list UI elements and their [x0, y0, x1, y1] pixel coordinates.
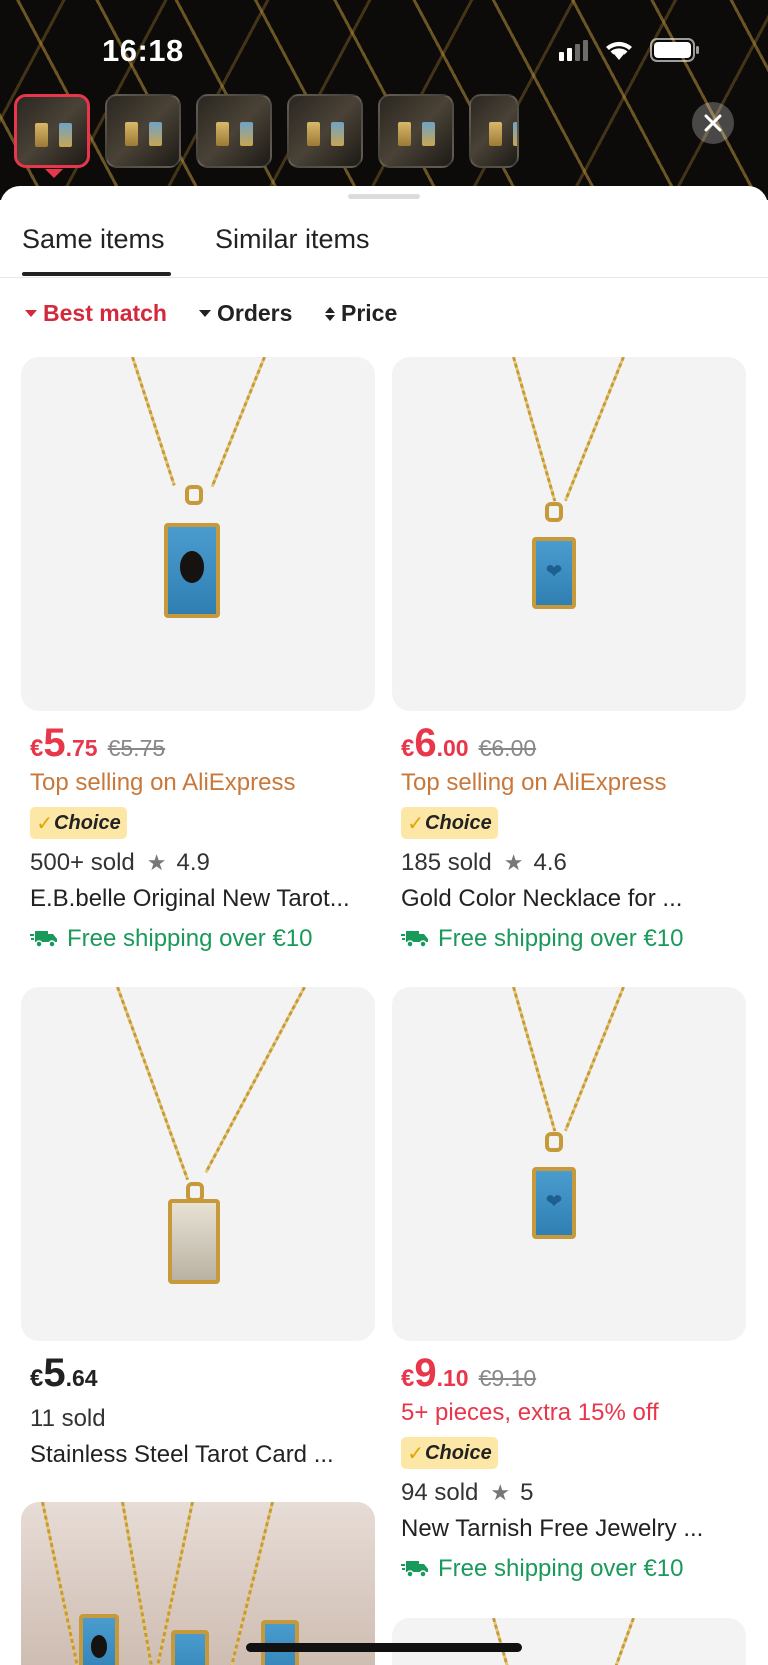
product-card[interactable] — [392, 1618, 746, 1665]
product-title: E.B.belle Original New Tarot... — [30, 885, 350, 912]
sort-best-match-label: Best match — [43, 300, 167, 326]
original-price: €6.00 — [478, 735, 537, 761]
thumbnail-1[interactable] — [14, 94, 90, 168]
thumbnail-5[interactable] — [378, 94, 454, 168]
close-icon — [704, 114, 722, 132]
price-row: €6.00 €6.00 — [392, 721, 746, 765]
price: €5.64 — [30, 1351, 98, 1395]
rating: 4.9 — [176, 849, 210, 876]
shipping-info: Free shipping over €10 — [392, 1555, 746, 1583]
sort-updown-icon — [325, 306, 335, 321]
sort-price[interactable]: Price — [325, 300, 397, 327]
sold-count: 11 sold — [30, 1405, 106, 1432]
price: €5.75 — [30, 721, 98, 765]
original-price: €9.10 — [478, 1365, 537, 1391]
sort-bar: Best match Orders Price — [0, 300, 768, 340]
sold-count: 94 sold — [401, 1479, 479, 1506]
image-thumbnail-strip — [14, 94, 519, 168]
close-button[interactable] — [692, 102, 734, 144]
product-image[interactable] — [392, 1618, 746, 1665]
caret-down-icon — [199, 310, 211, 317]
sold-rating-row: 94 sold ★ 5 — [392, 1479, 746, 1507]
product-card[interactable]: €9.10 €9.10 5+ pieces, extra 15% off ✓Ch… — [392, 987, 746, 1583]
tab-bar: Same items Similar items — [0, 186, 768, 278]
sort-orders-label: Orders — [217, 300, 293, 326]
choice-badge: ✓ Choice — [30, 807, 127, 839]
truck-icon — [401, 931, 428, 948]
truck-icon — [401, 1561, 428, 1578]
home-indicator — [246, 1643, 522, 1652]
product-title: Stainless Steel Tarot Card ... — [30, 1441, 334, 1468]
sort-price-label: Price — [341, 300, 398, 326]
visual-search-image: 16:18 — [0, 0, 768, 200]
sold-rating-row: 500+ sold ★ 4.9 — [21, 849, 375, 877]
choice-badge: ✓ Choice — [401, 807, 498, 839]
shipping-info: Free shipping over €10 — [21, 925, 375, 953]
signal-icon — [559, 39, 588, 61]
price-row: €9.10 €9.10 — [392, 1351, 746, 1395]
check-icon: ✓ — [36, 812, 54, 835]
product-title: New Tarnish Free Jewelry ... — [401, 1515, 704, 1542]
price-row: €5.64 — [21, 1351, 375, 1395]
product-image[interactable] — [21, 1502, 375, 1665]
status-bar: 16:18 — [0, 0, 768, 90]
status-time: 16:18 — [102, 33, 184, 68]
original-price: €5.75 — [107, 735, 166, 761]
sold-count: 185 sold — [401, 849, 492, 876]
promo-text: Top selling on AliExpress — [401, 769, 667, 796]
wifi-icon — [602, 38, 636, 62]
check-icon: ✓ — [407, 812, 425, 835]
promo-text: 5+ pieces, extra 15% off — [401, 1399, 659, 1426]
choice-badge: ✓ Choice — [401, 1437, 498, 1469]
selected-thumbnail-pointer — [45, 169, 63, 178]
rating: 5 — [520, 1479, 534, 1506]
product-image[interactable] — [21, 357, 375, 711]
truck-icon — [30, 931, 57, 948]
product-image[interactable] — [392, 357, 746, 711]
thumbnail-6[interactable] — [469, 94, 519, 168]
results-sheet: Same items Similar items Best match Orde… — [0, 186, 768, 1665]
shipping-info: Free shipping over €10 — [392, 925, 746, 953]
price: €9.10 — [401, 1351, 469, 1395]
price-row: €5.75 €5.75 — [21, 721, 375, 765]
thumbnail-2[interactable] — [105, 94, 181, 168]
sort-best-match[interactable]: Best match — [25, 300, 167, 327]
product-card[interactable]: €5.75 €5.75 Top selling on AliExpress ✓ C… — [21, 357, 375, 953]
product-image[interactable] — [21, 987, 375, 1341]
product-card[interactable]: €6.00 €6.00 Top selling on AliExpress ✓C… — [392, 357, 746, 953]
star-icon: ★ — [503, 850, 524, 875]
sold-count: 500+ sold — [30, 849, 135, 876]
active-tab-indicator — [22, 272, 171, 276]
sort-orders[interactable]: Orders — [199, 300, 292, 327]
star-icon: ★ — [146, 850, 167, 875]
star-icon: ★ — [490, 1480, 511, 1505]
product-card[interactable] — [21, 1502, 375, 1665]
product-card[interactable]: €5.64 11 sold Stainless Steel Tarot Card… — [21, 987, 375, 1469]
battery-icon — [650, 38, 700, 62]
product-title: Gold Color Necklace for ... — [401, 885, 683, 912]
check-icon: ✓ — [407, 1442, 425, 1465]
tab-same-items[interactable]: Same items — [22, 224, 165, 255]
thumbnail-3[interactable] — [196, 94, 272, 168]
tab-similar-items[interactable]: Similar items — [215, 224, 370, 255]
caret-down-icon — [25, 310, 37, 317]
thumbnail-4[interactable] — [287, 94, 363, 168]
sold-rating-row: 185 sold ★ 4.6 — [392, 849, 746, 877]
sold-rating-row: 11 sold — [21, 1405, 375, 1433]
promo-text: Top selling on AliExpress — [30, 769, 296, 796]
product-image[interactable] — [392, 987, 746, 1341]
status-icons — [559, 38, 700, 62]
rating: 4.6 — [533, 849, 567, 876]
price: €6.00 — [401, 721, 469, 765]
